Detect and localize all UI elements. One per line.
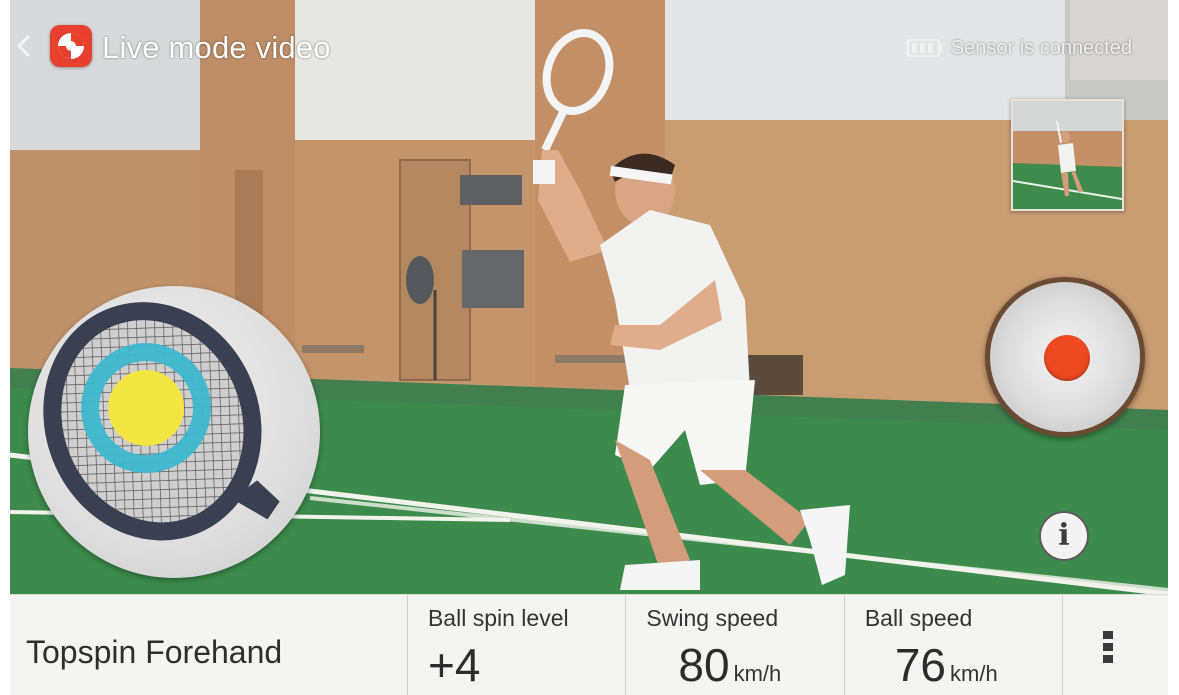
overflow-menu-button[interactable] [1062,595,1168,695]
ball-spin-value: +4 [427,639,481,691]
ball-speed-value-group: 76 km/h [895,639,998,695]
chevron-left-icon[interactable] [14,32,38,60]
stroke-type-cell: Topspin Forehand [10,595,407,695]
swing-speed-value: 80 [678,639,730,691]
ball-speed-cell: Ball speed 76 km/h [843,595,1062,695]
racket-impact-zone-indicator [28,286,320,578]
shot-stats-bar: Topspin Forehand Ball spin level +4 Swin… [10,594,1168,695]
swing-speed-unit: km/h [733,661,782,686]
swing-speed-cell: Swing speed 80 km/h [625,595,843,695]
ball-spin-cell: Ball spin level +4 [406,595,625,695]
ball-spin-label: Ball spin level [427,605,569,631]
swing-speed-label: Swing speed [646,605,779,631]
record-button[interactable] [985,277,1145,437]
top-bar: Live mode video Sensor is connected [10,20,1168,76]
sensor-status: Sensor is connected [906,36,1132,60]
overflow-menu-icon [1103,631,1115,667]
ball-speed-unit: km/h [950,661,998,686]
swing-speed-value-group: 80 km/h [678,639,781,695]
app-logo-icon [50,25,92,67]
page-title: Live mode video [102,30,331,65]
battery-icon [906,38,943,58]
ball-speed-label: Ball speed [864,605,973,631]
sensor-status-text: Sensor is connected [950,37,1132,59]
camera-preview-thumbnail[interactable] [1011,99,1124,211]
stroke-type-label: Topspin Forehand [26,634,283,670]
ball-speed-value: 76 [894,639,947,691]
app-screen: Live mode video Sensor is connected i To… [0,0,1179,695]
info-icon[interactable]: i [1039,511,1089,561]
record-icon [1044,335,1090,381]
